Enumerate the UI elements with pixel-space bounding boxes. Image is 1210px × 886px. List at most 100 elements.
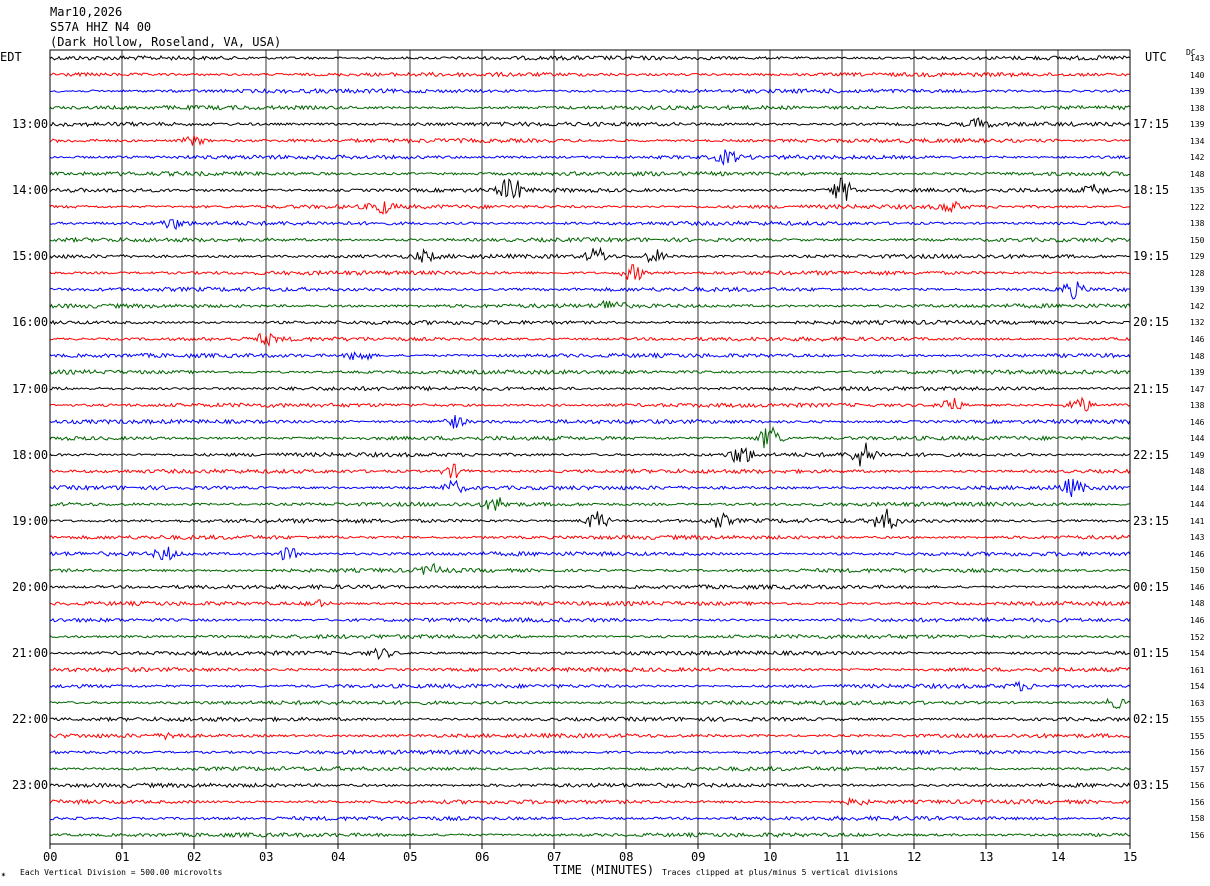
right-hour-label: 22:15 xyxy=(1133,447,1170,462)
trace-line xyxy=(49,497,1131,511)
dc-offset-label: 149 xyxy=(1190,450,1205,460)
x-tick-label: 08 xyxy=(619,850,634,864)
trace-line xyxy=(49,71,1131,78)
trace-line xyxy=(49,508,1131,529)
logo-mark: ✶ xyxy=(1,870,6,879)
trace-line xyxy=(49,170,1131,177)
trace-line xyxy=(49,463,1131,479)
x-tick-label: 07 xyxy=(547,850,562,864)
trace-line xyxy=(49,715,1131,723)
dc-offset-label: 150 xyxy=(1190,566,1205,576)
trace-line xyxy=(50,697,1131,709)
dc-offset-label: 148 xyxy=(1190,467,1205,477)
trace-line xyxy=(49,368,1131,376)
dc-offset-label: 144 xyxy=(1190,500,1205,510)
trace-line xyxy=(49,135,1131,147)
right-hour-label: 21:15 xyxy=(1133,381,1170,396)
trace-line xyxy=(49,534,1131,541)
dc-offset-label: 144 xyxy=(1190,483,1205,493)
left-hour-label: 14:00 xyxy=(12,183,49,198)
trace-line xyxy=(49,200,1131,215)
trace-line xyxy=(49,731,1131,741)
x-tick-label: 14 xyxy=(1051,850,1066,864)
dc-offset-label: 158 xyxy=(1190,814,1205,824)
right-hour-label: 00:15 xyxy=(1133,579,1170,594)
dc-offset-label: 148 xyxy=(1190,351,1205,361)
dc-offset-label: 152 xyxy=(1190,632,1205,642)
trace-line xyxy=(49,219,1131,231)
trace-line xyxy=(49,815,1131,822)
trace-line xyxy=(49,149,1131,166)
trace-line xyxy=(49,351,1131,361)
dc-offset-label: 138 xyxy=(1190,103,1205,113)
dc-offset-label: 139 xyxy=(1190,87,1205,97)
dc-offset-label: 154 xyxy=(1190,682,1205,692)
dc-offset-label: 146 xyxy=(1190,582,1205,592)
trace-line xyxy=(49,281,1131,300)
trace-line xyxy=(49,666,1131,673)
right-hour-label: 02:15 xyxy=(1133,712,1170,727)
trace-line xyxy=(49,319,1131,326)
trace-line xyxy=(49,332,1131,348)
left-hour-label: 20:00 xyxy=(12,579,49,594)
plot-frame xyxy=(49,49,1131,845)
dc-offset-label: 140 xyxy=(1190,70,1205,80)
trace-line xyxy=(49,177,1131,201)
trace-line xyxy=(49,426,1131,449)
x-tick-label: 11 xyxy=(835,850,850,864)
trace-line xyxy=(49,647,1131,661)
right-hour-label: 01:15 xyxy=(1133,646,1170,661)
dc-offset-label: 154 xyxy=(1190,649,1205,659)
x-tick-label: 03 xyxy=(259,850,274,864)
dc-offset-label: 146 xyxy=(1190,616,1205,626)
dc-offset-label: 163 xyxy=(1190,698,1205,708)
left-hour-label: 16:00 xyxy=(12,315,49,330)
left-hour-label: 15:00 xyxy=(12,249,49,264)
dc-offset-label: 156 xyxy=(1190,748,1205,758)
trace-line xyxy=(49,765,1131,772)
dc-offset-label: 139 xyxy=(1190,120,1205,130)
dc-offset-label: 138 xyxy=(1190,401,1205,411)
trace-line xyxy=(49,264,1131,281)
left-hour-label: 13:00 xyxy=(12,117,49,132)
dc-offset-label: 139 xyxy=(1190,368,1205,378)
right-hour-label: 19:15 xyxy=(1133,249,1170,264)
trace-line xyxy=(49,478,1131,498)
x-tick-label: 09 xyxy=(691,850,706,864)
dc-offset-label: 146 xyxy=(1190,549,1205,559)
dc-offset-label: 156 xyxy=(1190,830,1205,840)
dc-offset-label: 122 xyxy=(1190,202,1205,212)
dc-offset-label: 146 xyxy=(1190,417,1205,427)
trace-line xyxy=(49,246,1131,264)
dc-offset-label: 143 xyxy=(1190,54,1205,63)
left-hour-label: 18:00 xyxy=(12,447,49,462)
x-tick-label: 13 xyxy=(979,850,994,864)
trace-line xyxy=(49,385,1131,392)
clip-note: Traces clipped at plus/minus 5 vertical … xyxy=(662,868,899,877)
left-hour-label: 23:00 xyxy=(12,778,49,793)
right-hour-label: 18:15 xyxy=(1133,183,1170,198)
dc-offset-label: 148 xyxy=(1190,599,1205,609)
x-tick-label: 12 xyxy=(907,850,922,864)
left-hour-label: 21:00 xyxy=(12,646,49,661)
trace-line xyxy=(49,396,1131,412)
dc-offset-label: 141 xyxy=(1190,516,1205,526)
trace-line xyxy=(50,599,1131,608)
dc-offset-label: 134 xyxy=(1190,136,1205,146)
trace-layer xyxy=(49,54,1131,839)
dc-offset-label: 139 xyxy=(1190,285,1205,295)
grid-layer xyxy=(49,50,1131,849)
trace-line xyxy=(49,299,1131,310)
trace-line xyxy=(49,442,1131,467)
x-tick-label: 10 xyxy=(763,850,778,864)
x-tick-label: 15 xyxy=(1123,850,1138,864)
dc-offset-label: 147 xyxy=(1190,384,1205,394)
dc-offset-label: 155 xyxy=(1190,731,1205,741)
trace-line xyxy=(49,633,1131,640)
trace-line xyxy=(49,117,1131,129)
right-hour-label: 17:15 xyxy=(1133,117,1170,132)
x-axis-label: TIME (MINUTES) xyxy=(553,863,655,877)
dc-offset-label: 132 xyxy=(1190,318,1205,328)
dc-offset-label: 157 xyxy=(1190,764,1205,774)
x-tick-label: 02 xyxy=(187,850,202,864)
